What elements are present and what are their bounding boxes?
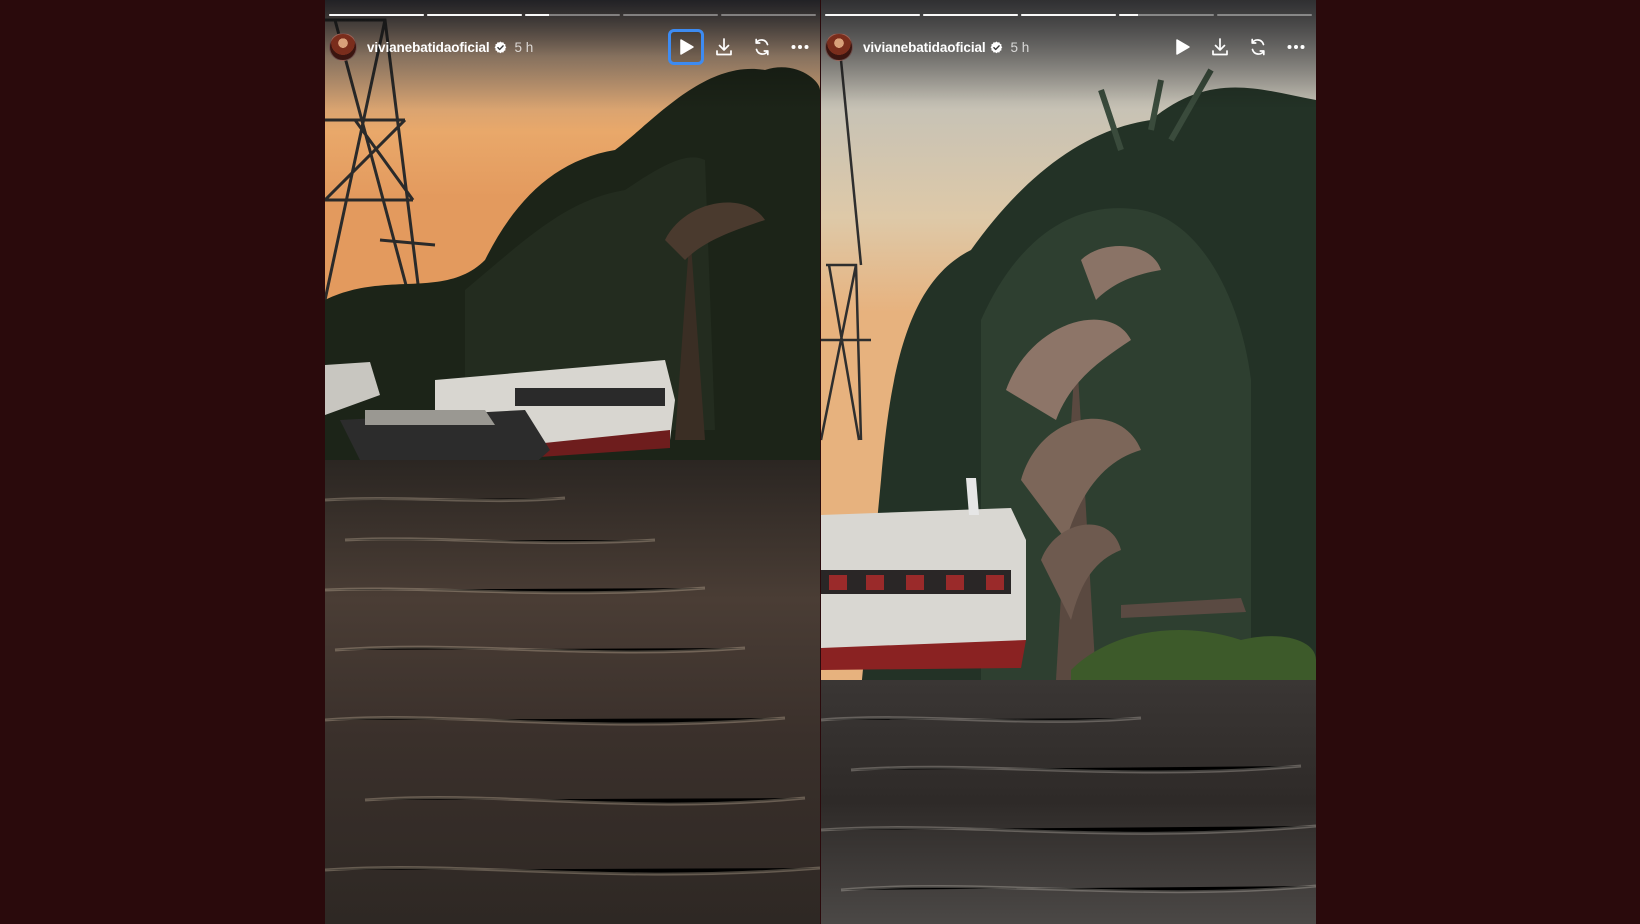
progress-segment-fill — [525, 14, 549, 16]
avatar[interactable] — [825, 33, 853, 61]
progress-segment-fill — [1021, 14, 1116, 16]
progress-bar — [825, 14, 1312, 16]
progress-segment-fill — [1119, 14, 1138, 16]
story-media-right — [821, 0, 1316, 924]
progress-segment — [329, 14, 424, 16]
verified-badge-icon — [990, 40, 1002, 53]
download-button[interactable] — [708, 31, 740, 63]
replay-icon — [755, 38, 769, 56]
story-viewer: vivianebatidaoficial 5 h vivianebatidaof… — [0, 0, 1640, 924]
progress-segment — [825, 14, 920, 16]
replay-button[interactable] — [1242, 31, 1274, 63]
play-icon — [680, 39, 694, 55]
story-controls — [1166, 31, 1312, 63]
verified-badge-icon — [494, 40, 506, 53]
more-icon — [791, 45, 809, 49]
progress-segment — [623, 14, 718, 16]
progress-segment — [1217, 14, 1312, 16]
avatar[interactable] — [329, 33, 357, 61]
progress-segment — [1021, 14, 1116, 16]
more-options-button[interactable] — [784, 31, 816, 63]
play-button[interactable] — [668, 29, 704, 65]
username[interactable]: vivianebatidaoficial — [863, 40, 986, 55]
story-header: vivianebatidaoficial 5 h — [329, 28, 816, 66]
story-media-left — [325, 0, 820, 924]
progress-segment — [721, 14, 816, 16]
more-icon — [1287, 45, 1305, 49]
progress-segment — [923, 14, 1018, 16]
more-options-button[interactable] — [1280, 31, 1312, 63]
story-controls — [668, 29, 816, 65]
username[interactable]: vivianebatidaoficial — [367, 40, 490, 55]
download-icon — [716, 38, 732, 56]
download-icon — [1212, 38, 1228, 56]
download-button[interactable] — [1204, 31, 1236, 63]
progress-bar — [329, 14, 816, 16]
progress-segment — [1119, 14, 1214, 16]
story-card-left[interactable]: vivianebatidaoficial 5 h — [325, 0, 820, 924]
story-card-right[interactable]: vivianebatidaoficial 5 h — [821, 0, 1316, 924]
progress-segment — [427, 14, 522, 16]
story-header: vivianebatidaoficial 5 h — [825, 28, 1312, 66]
play-button[interactable] — [1166, 31, 1198, 63]
progress-segment-fill — [825, 14, 920, 16]
replay-icon — [1251, 38, 1265, 56]
progress-segment-fill — [427, 14, 522, 16]
progress-segment-fill — [329, 14, 424, 16]
post-time: 5 h — [514, 39, 534, 55]
replay-button[interactable] — [746, 31, 778, 63]
play-icon — [1176, 39, 1190, 55]
progress-segment — [525, 14, 620, 16]
progress-segment-fill — [923, 14, 1018, 16]
post-time: 5 h — [1010, 39, 1030, 55]
